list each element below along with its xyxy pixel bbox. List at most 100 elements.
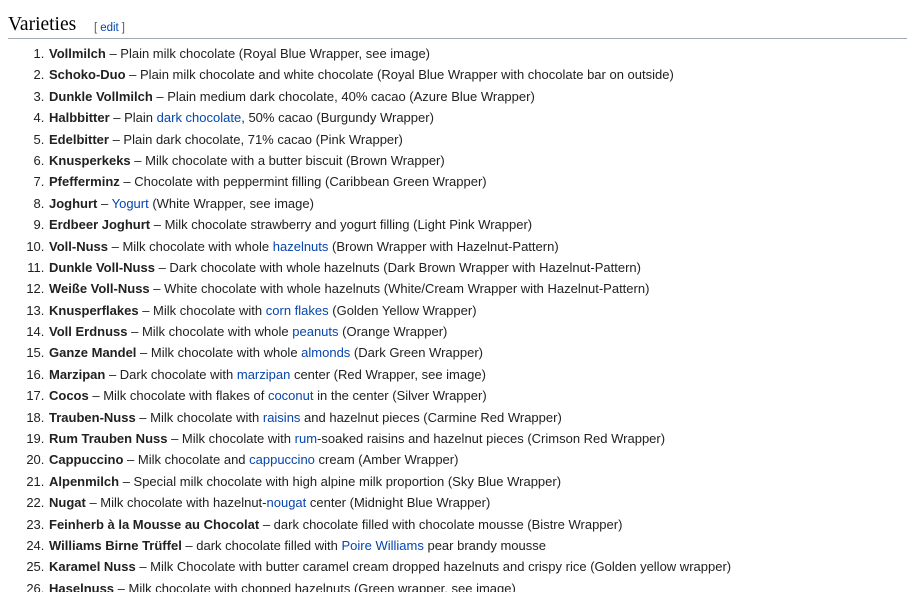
list-item: Dunkle Voll-Nuss – Dark chocolate with w… xyxy=(48,257,898,278)
variety-description: – Milk Chocolate with butter caramel cre… xyxy=(135,559,732,575)
variety-description: – Special milk chocolate with high alpin… xyxy=(119,473,562,489)
variety-name: Marzipan xyxy=(49,366,106,382)
variety-name: Knusperkeks xyxy=(49,152,131,168)
variety-description: , 50% cacao (Burgundy Wrapper) xyxy=(241,110,434,126)
list-item: Edelbitter – Plain dark chocolate, 71% c… xyxy=(48,129,898,150)
list-item: Voll-Nuss – Milk chocolate with whole ha… xyxy=(48,236,898,257)
variety-description: – Milk chocolate with xyxy=(138,302,266,318)
variety-name: Feinherb à la Mousse au Chocolat xyxy=(49,516,260,532)
variety-description: pear brandy mousse xyxy=(423,537,546,553)
variety-description: (Golden Yellow Wrapper) xyxy=(328,302,477,318)
variety-description: – Milk chocolate with a butter biscuit (… xyxy=(130,152,445,168)
list-item: Weiße Voll-Nuss – White chocolate with w… xyxy=(48,278,898,299)
variety-description: – Milk chocolate with flakes of xyxy=(88,388,268,404)
list-item: Nugat – Milk chocolate with hazelnut-nou… xyxy=(48,492,898,513)
wiki-link[interactable]: Yogurt xyxy=(112,196,149,211)
list-item: Williams Birne Trüffel – dark chocolate … xyxy=(48,535,898,556)
variety-name: Weiße Voll-Nuss xyxy=(49,281,150,297)
variety-name: Nugat xyxy=(49,495,86,511)
list-item: Karamel Nuss – Milk Chocolate with butte… xyxy=(48,556,898,577)
variety-name: Cappuccino xyxy=(49,452,124,468)
variety-description: – Dark chocolate with xyxy=(105,366,237,382)
list-item: Dunkle Vollmilch – Plain medium dark cho… xyxy=(48,86,898,107)
list-item: Erdbeer Joghurt – Milk chocolate strawbe… xyxy=(48,214,898,235)
wiki-link[interactable]: corn flakes xyxy=(266,303,329,318)
variety-description: – dark chocolate filled with chocolate m… xyxy=(259,516,623,532)
varieties-list: Vollmilch – Plain milk chocolate (Royal … xyxy=(48,43,898,592)
variety-description: and hazelnut pieces (Carmine Red Wrapper… xyxy=(300,409,562,425)
variety-name: Voll-Nuss xyxy=(49,238,108,254)
variety-description: – Chocolate with peppermint filling (Car… xyxy=(119,174,487,190)
variety-name: Dunkle Vollmilch xyxy=(49,88,153,104)
wiki-link[interactable]: rum xyxy=(295,431,317,446)
wiki-link[interactable]: dark chocolate xyxy=(157,110,242,125)
variety-description: – Milk chocolate with whole xyxy=(136,345,302,361)
list-item: Marzipan – Dark chocolate with marzipan … xyxy=(48,364,898,385)
variety-name: Edelbitter xyxy=(49,131,109,147)
list-item: Rum Trauben Nuss – Milk chocolate with r… xyxy=(48,428,898,449)
list-item: Alpenmilch – Special milk chocolate with… xyxy=(48,471,898,492)
variety-description: (White Wrapper, see image) xyxy=(148,195,314,211)
variety-description: – Milk chocolate with chopped hazelnuts … xyxy=(114,580,516,592)
list-item: Vollmilch – Plain milk chocolate (Royal … xyxy=(48,43,898,64)
variety-description: – Plain milk chocolate (Royal Blue Wrapp… xyxy=(105,46,431,61)
list-item: Feinherb à la Mousse au Chocolat – dark … xyxy=(48,514,898,535)
variety-description: – Milk chocolate and xyxy=(123,452,250,468)
variety-name: Schoko-Duo xyxy=(49,67,126,83)
edit-bracket-open: [ xyxy=(94,22,98,34)
wiki-link[interactable]: marzipan xyxy=(237,367,290,382)
list-item: Voll Erdnuss – Milk chocolate with whole… xyxy=(48,321,898,342)
section-title: Varieties xyxy=(8,14,77,35)
variety-description: – Plain dark chocolate, 71% cacao (Pink … xyxy=(108,131,403,147)
variety-name: Cocos xyxy=(49,388,89,404)
edit-link[interactable]: edit xyxy=(100,22,119,34)
wiki-link[interactable]: cappuccino xyxy=(249,452,315,467)
section-header: Varieties [edit] xyxy=(8,13,907,39)
variety-description: – xyxy=(97,195,112,211)
variety-description: – Milk chocolate with xyxy=(167,431,295,447)
variety-name: Voll Erdnuss xyxy=(49,324,128,340)
list-item: Cappuccino – Milk chocolate and cappucci… xyxy=(48,449,898,470)
wiki-link[interactable]: peanuts xyxy=(292,324,338,339)
variety-description: (Brown Wrapper with Hazelnut-Pattern) xyxy=(328,238,559,254)
variety-description: – Milk chocolate with whole xyxy=(108,238,273,254)
wiki-link[interactable]: hazelnuts xyxy=(273,239,329,254)
variety-description: center (Midnight Blue Wrapper) xyxy=(306,495,491,511)
wiki-link[interactable]: coconut xyxy=(268,388,314,403)
list-item: Joghurt – Yogurt (White Wrapper, see ima… xyxy=(48,193,898,214)
list-item: Knusperflakes – Milk chocolate with corn… xyxy=(48,300,898,321)
variety-description: (Dark Green Wrapper) xyxy=(350,345,483,361)
variety-description: – Plain xyxy=(109,110,157,126)
variety-description: (Orange Wrapper) xyxy=(338,324,448,340)
edit-bracket-close: ] xyxy=(121,22,125,34)
list-item: Schoko-Duo – Plain milk chocolate and wh… xyxy=(48,64,898,85)
variety-name: Dunkle Voll-Nuss xyxy=(49,259,155,275)
variety-name: Alpenmilch xyxy=(49,473,120,489)
variety-description: center (Red Wrapper, see image) xyxy=(290,366,486,382)
wiki-link[interactable]: almonds xyxy=(301,345,350,360)
variety-name: Ganze Mandel xyxy=(49,345,137,361)
variety-name: Joghurt xyxy=(49,195,98,211)
edit-section-link: [edit] xyxy=(94,21,125,35)
variety-name: Haselnuss xyxy=(49,580,115,592)
variety-name: Vollmilch xyxy=(49,46,106,61)
wiki-link[interactable]: Poire Williams xyxy=(342,538,424,553)
variety-description: cream (Amber Wrapper) xyxy=(314,452,459,468)
variety-description: – Milk chocolate with whole xyxy=(127,324,293,340)
variety-name: Knusperflakes xyxy=(49,302,139,318)
variety-name: Karamel Nuss xyxy=(49,559,136,575)
variety-description: -soaked raisins and hazelnut pieces (Cri… xyxy=(317,431,666,447)
wiki-link[interactable]: raisins xyxy=(263,410,301,425)
variety-name: Rum Trauben Nuss xyxy=(49,431,168,447)
variety-description: – Milk chocolate strawberry and yogurt f… xyxy=(150,217,533,233)
wiki-link[interactable]: nougat xyxy=(267,495,307,510)
list-item: Haselnuss – Milk chocolate with chopped … xyxy=(48,578,898,592)
list-item: Knusperkeks – Milk chocolate with a butt… xyxy=(48,150,898,171)
list-item: Ganze Mandel – Milk chocolate with whole… xyxy=(48,342,898,363)
variety-description: – Milk chocolate with xyxy=(135,409,263,425)
list-item: Halbbitter – Plain dark chocolate, 50% c… xyxy=(48,107,898,128)
list-item: Cocos – Milk chocolate with flakes of co… xyxy=(48,385,898,406)
variety-description: – Milk chocolate with hazelnut- xyxy=(85,495,267,511)
variety-name: Halbbitter xyxy=(49,110,110,126)
variety-name: Erdbeer Joghurt xyxy=(49,217,151,233)
